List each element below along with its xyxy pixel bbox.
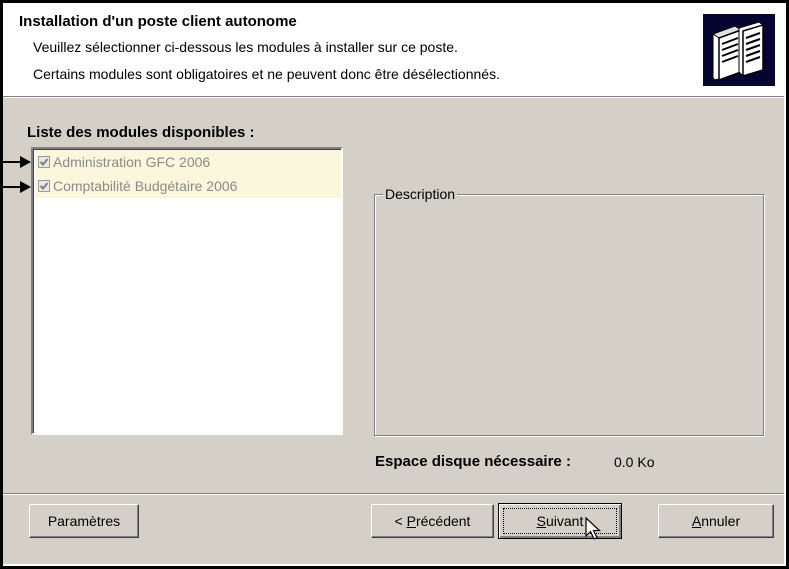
pointer-arrow-icon — [0, 181, 31, 193]
description-groupbox — [374, 194, 764, 436]
cancel-button-accel: A — [691, 513, 702, 529]
description-legend: Description — [383, 186, 458, 202]
pointer-arrow-icon — [0, 156, 31, 168]
previous-button-label: récédent — [415, 513, 471, 529]
previous-button[interactable]: < Précédent — [371, 504, 494, 538]
disk-space-label: Espace disque nécessaire : — [375, 453, 571, 470]
module-item-comptabilite[interactable]: Comptabilité Budgétaire 2006 — [35, 174, 341, 198]
header-instruction-2: Certains modules sont obligatoires et ne… — [33, 66, 500, 82]
checkbox-checked-disabled[interactable] — [38, 180, 50, 192]
module-item-label: Comptabilité Budgétaire 2006 — [53, 178, 238, 194]
disk-space-value: 0.0 Ko — [614, 454, 655, 470]
modules-listbox[interactable]: Administration GFC 2006 Comptabilité Bud… — [31, 147, 343, 435]
checkbox-checked-disabled[interactable] — [38, 156, 50, 168]
mouse-cursor-icon — [585, 517, 602, 540]
installer-dialog: Installation d'un poste client autonome … — [0, 0, 789, 569]
module-item-label: Administration GFC 2006 — [53, 154, 211, 170]
module-item-administration[interactable]: Administration GFC 2006 — [35, 150, 341, 174]
parameters-button-label: Paramètres — [47, 513, 121, 529]
previous-button-prefix: < — [394, 513, 407, 529]
footer-divider — [3, 493, 784, 495]
cancel-button-label: nnuler — [701, 513, 741, 529]
modules-list-label: Liste des modules disponibles : — [27, 124, 255, 141]
previous-button-accel: P — [406, 513, 416, 529]
parameters-button[interactable]: Paramètres — [29, 504, 139, 538]
cancel-button[interactable]: Annuler — [658, 504, 774, 538]
next-button[interactable]: Suivant — [498, 503, 622, 539]
header-title: Installation d'un poste client autonome — [19, 13, 297, 30]
servers-icon — [703, 14, 775, 86]
header-instruction-1: Veuillez sélectionner ci-dessous les mod… — [33, 39, 458, 55]
